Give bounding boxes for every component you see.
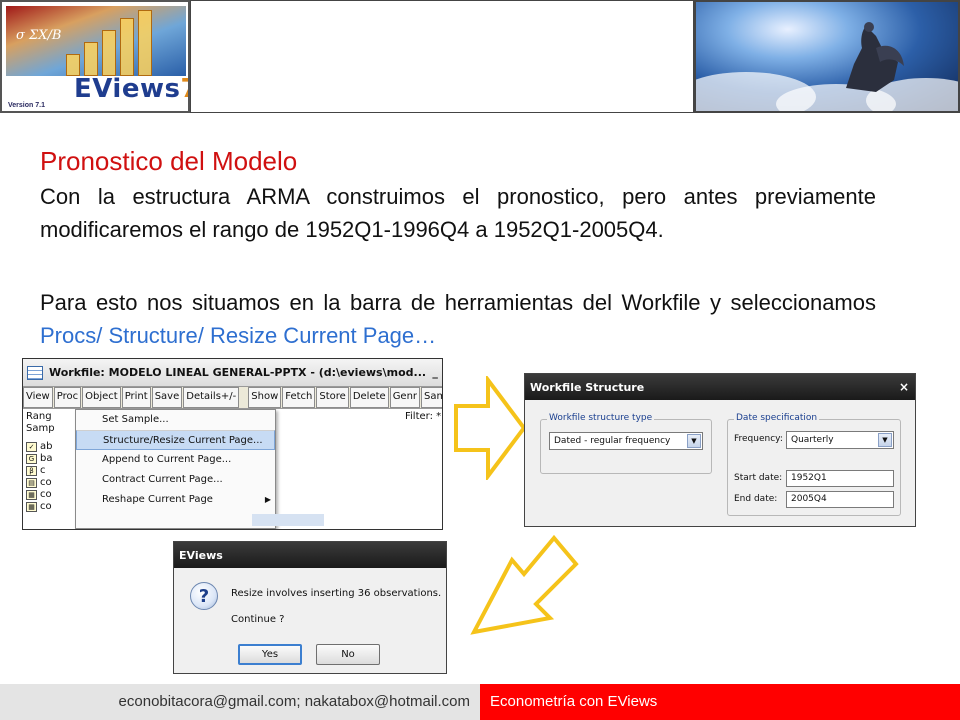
workfile-window-screenshot: Workfile: MODELO LINEAL GENERAL-PPTX - (… (22, 358, 443, 530)
confirm-titlebar: EViews (174, 542, 446, 568)
menu-item-structure-resize[interactable]: Structure/Resize Current Page... (76, 430, 275, 450)
list-item[interactable]: βc (26, 465, 52, 477)
date-spec-legend: Date specification (734, 413, 820, 423)
paragraph-instructions: Para esto nos situamos en la barra de he… (40, 286, 876, 352)
frequency-label: Frequency: (734, 434, 783, 444)
banner-blank-panel (190, 0, 694, 113)
window-controls: _ □ × (426, 366, 442, 379)
sample-label: Samp (26, 423, 55, 434)
table-icon: ▦ (26, 502, 37, 512)
sky-statue-image (694, 0, 960, 113)
toolbar-sample-button[interactable]: Sample (421, 387, 442, 408)
menu-item-reshape[interactable]: Reshape Current Page ▶ (76, 490, 275, 510)
dialog-titlebar: Workfile Structure × (525, 374, 915, 400)
structure-type-select[interactable]: Dated - regular frequency ▼ (549, 432, 703, 450)
footer: econobitacora@gmail.com; nakatabox@hotma… (0, 684, 960, 720)
eviews-logo: σ ΣX/B EViews7 Version 7.1 (0, 0, 190, 113)
structure-type-legend: Workfile structure type (547, 413, 655, 423)
list-item[interactable]: Gba (26, 453, 52, 465)
filter-label: Filter: * (405, 411, 442, 422)
range-label: Rang (26, 411, 52, 422)
workfile-structure-dialog: Workfile Structure × Workfile structure … (524, 373, 916, 527)
start-date-label: Start date: (734, 473, 783, 483)
workfile-title: Workfile: MODELO LINEAL GENERAL-PPTX - (… (49, 366, 427, 379)
list-item[interactable]: ✓ ab (26, 441, 52, 453)
menu-item-set-sample[interactable]: Set Sample... (76, 410, 275, 430)
toolbar-object-button[interactable]: Object (82, 387, 121, 408)
end-date-field[interactable]: 2005Q4 (786, 491, 894, 508)
workfile-icon (27, 365, 43, 380)
down-left-arrow-icon (470, 534, 579, 635)
toolbar-save-button[interactable]: Save (151, 387, 183, 408)
question-icon: ? (190, 582, 218, 610)
group-icon: G (26, 454, 37, 464)
equation-icon: ✓ (26, 442, 37, 452)
confirm-question: Continue ? (231, 614, 285, 625)
chevron-down-icon: ▼ (687, 434, 701, 448)
confirm-message: Resize involves inserting 36 observation… (231, 588, 442, 599)
toolbar-genr-button[interactable]: Genr (389, 387, 421, 408)
minimize-icon[interactable]: _ (426, 366, 442, 379)
paragraph-instructions-text: Para esto nos situamos en la barra de he… (40, 290, 876, 315)
confirm-title: EViews (179, 548, 223, 562)
logo-name: EViews7 (74, 74, 188, 104)
footer-emails: econobitacora@gmail.com; nakatabox@hotma… (0, 684, 480, 720)
footer-course: Econometría con EViews (480, 684, 960, 720)
list-item[interactable]: ▤ co (26, 477, 52, 489)
toolbar-show-button[interactable]: Show (248, 387, 282, 408)
chevron-down-icon: ▼ (878, 433, 892, 447)
toolbar-print-button[interactable]: Print (121, 387, 151, 408)
toolbar-fetch-button[interactable]: Fetch (282, 387, 316, 408)
start-date-field[interactable]: 1952Q1 (786, 470, 894, 487)
list-item[interactable]: ▦ co (26, 489, 52, 501)
workfile-object-list: ✓ ab Gba βc ▤ co ▦ co ▦ co (26, 441, 52, 513)
paragraph-range-change: Con la estructura ARMA construimos el pr… (40, 184, 876, 242)
toolbar-delete-button[interactable]: Delete (349, 387, 389, 408)
logo-version: Version 7.1 (8, 102, 45, 109)
resize-confirm-dialog: EViews ? Resize involves inserting 36 ob… (173, 541, 447, 674)
menu-item-append[interactable]: Append to Current Page... (76, 450, 275, 470)
logo-formula: σ ΣX/B (16, 28, 62, 43)
no-button[interactable]: No (316, 644, 380, 665)
range-sample-labels: Rang Samp (26, 411, 66, 435)
workfile-toolbar: View Proc Object Print Save Details+/- S… (23, 387, 442, 409)
winged-statue-figure (846, 22, 904, 92)
list-item[interactable]: ▦ co (26, 501, 52, 513)
frequency-select[interactable]: Quarterly ▼ (786, 431, 894, 449)
toolbar-store-button[interactable]: Store (316, 387, 349, 408)
yes-button[interactable]: Yes (238, 644, 302, 665)
toolbar-details-button[interactable]: Details+/- (183, 387, 240, 408)
workfile-titlebar: Workfile: MODELO LINEAL GENERAL-PPTX - (… (23, 359, 442, 387)
right-arrow-icon (454, 376, 527, 480)
structure-type-group: Workfile structure type Dated - regular … (540, 413, 712, 474)
logo-chart-art: σ ΣX/B (6, 6, 186, 76)
coefficient-icon: β (26, 466, 37, 476)
menu-item-contract[interactable]: Contract Current Page... (76, 470, 275, 490)
selection-highlight (252, 514, 324, 526)
end-date-label: End date: (734, 494, 778, 504)
toolbar-view-button[interactable]: View (23, 387, 53, 408)
toolbar-proc-button[interactable]: Proc (53, 387, 82, 408)
close-icon[interactable]: × (899, 380, 909, 394)
proc-dropdown-menu: Set Sample... Structure/Resize Current P… (75, 409, 276, 529)
table-icon: ▦ (26, 490, 37, 500)
dialog-title: Workfile Structure (530, 380, 645, 394)
date-specification-group: Date specification Frequency: Quarterly … (727, 413, 901, 516)
submenu-arrow-icon: ▶ (264, 495, 271, 504)
series-icon: ▤ (26, 478, 37, 488)
header-banner: σ ΣX/B EViews7 Version 7.1 (0, 0, 960, 114)
menu-path-text: Procs/ Structure/ Resize Current Page… (40, 323, 437, 348)
slide-title: Pronostico del Modelo (40, 146, 298, 176)
